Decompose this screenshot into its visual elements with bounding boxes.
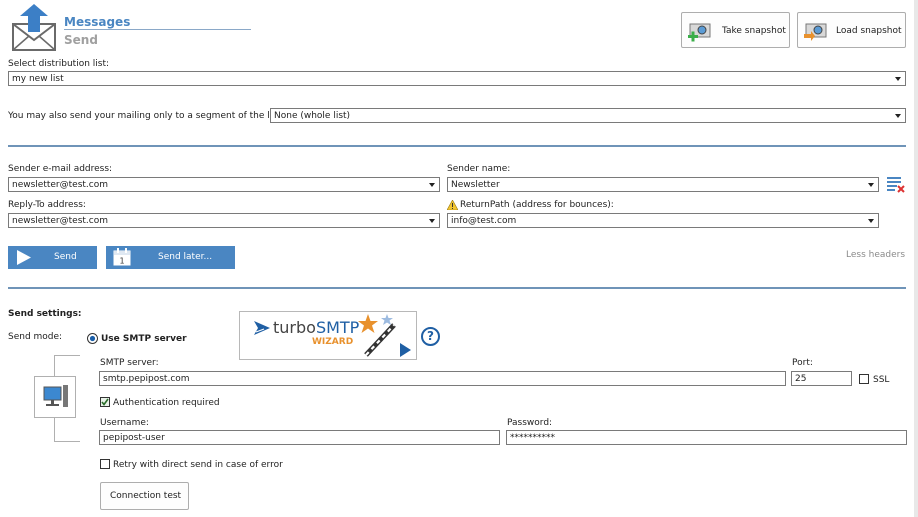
load-snapshot-label: Load snapshot — [836, 26, 902, 36]
page-subtitle: Send — [64, 33, 98, 47]
smtp-server-value: smtp.pepipost.com — [103, 374, 190, 384]
sender-email-field[interactable]: newsletter@test.com — [8, 177, 440, 192]
turbosmtp-brand-text: turboSMTP — [273, 318, 359, 337]
page-title: Messages — [64, 15, 131, 29]
help-icon[interactable]: ? — [421, 327, 440, 346]
segment-select[interactable]: None (whole list) — [270, 108, 906, 123]
take-snapshot-label: Take snapshot — [722, 26, 786, 36]
returnpath-value: info@test.com — [451, 216, 517, 226]
turbosmtp-wizard-button[interactable]: turboSMTP WIZARD — [239, 311, 417, 360]
distribution-list-label: Select distribution list: — [8, 59, 110, 69]
turbosmtp-brand-turbo: turbo — [273, 318, 316, 337]
distribution-list-value: my new list — [12, 74, 64, 84]
warning-icon — [446, 199, 459, 211]
chevron-down-icon[interactable] — [893, 110, 904, 121]
replyto-field[interactable]: newsletter@test.com — [8, 213, 440, 228]
chevron-down-icon[interactable] — [427, 179, 438, 190]
wizard-subtitle: WIZARD — [312, 337, 354, 347]
port-value: 25 — [795, 374, 807, 384]
title-underline — [64, 29, 251, 30]
port-input[interactable]: 25 — [791, 371, 852, 386]
clear-headers-icon[interactable] — [886, 176, 906, 193]
username-input[interactable]: pepipost-user — [99, 430, 500, 445]
sender-email-label: Sender e-mail address: — [8, 164, 113, 174]
server-computer-icon — [34, 376, 76, 418]
authentication-checkbox[interactable] — [100, 397, 110, 407]
tree-line-top — [54, 355, 80, 356]
ssl-label: SSL — [873, 375, 890, 385]
password-value: ********** — [510, 433, 555, 443]
load-snapshot-button[interactable]: Load snapshot — [797, 12, 906, 48]
messages-icon — [10, 4, 58, 52]
returnpath-field[interactable]: info@test.com — [447, 213, 879, 228]
password-label: Password: — [507, 418, 553, 428]
sender-name-value: Newsletter — [451, 180, 500, 190]
smtp-radio-button[interactable] — [87, 333, 98, 344]
send-label: Send — [54, 252, 77, 262]
calendar-icon: 1 — [113, 248, 131, 266]
take-snapshot-button[interactable]: Take snapshot — [681, 12, 790, 48]
connection-test-label: Connection test — [110, 491, 182, 501]
send-later-button[interactable]: 1 Send later... — [106, 246, 235, 269]
segment-label: You may also send your mailing only to a… — [8, 111, 284, 121]
camera-add-icon — [688, 20, 712, 42]
turbosmtp-logo-icon — [254, 321, 270, 335]
sender-name-field[interactable]: Newsletter — [447, 177, 879, 192]
checkmark-icon — [101, 398, 109, 406]
smtp-server-label: SMTP server: — [100, 358, 159, 368]
magic-wand-icon — [356, 313, 416, 359]
chevron-down-icon[interactable] — [427, 215, 438, 226]
returnpath-label: ReturnPath (address for bounces): — [460, 200, 614, 210]
chevron-down-icon[interactable] — [893, 73, 904, 84]
smtp-radio-label[interactable]: Use SMTP server — [101, 334, 187, 344]
replyto-label: Reply-To address: — [8, 200, 86, 210]
smtp-server-input[interactable]: smtp.pepipost.com — [99, 371, 786, 386]
send-settings-title: Send settings: — [8, 309, 82, 319]
separator-line — [8, 145, 906, 147]
retry-direct-send-checkbox[interactable] — [100, 459, 110, 469]
chevron-down-icon[interactable] — [866, 215, 877, 226]
sender-email-value: newsletter@test.com — [12, 180, 108, 190]
replyto-value: newsletter@test.com — [12, 216, 108, 226]
username-value: pepipost-user — [103, 433, 165, 443]
calendar-day-text: 1 — [119, 257, 124, 266]
chevron-down-icon[interactable] — [866, 179, 877, 190]
scrollbar[interactable] — [914, 0, 918, 517]
distribution-list-select[interactable]: my new list — [8, 71, 906, 86]
segment-value: None (whole list) — [274, 111, 351, 121]
connection-test-button[interactable]: Connection test — [100, 482, 189, 510]
sender-name-label: Sender name: — [447, 164, 511, 174]
less-headers-link[interactable]: Less headers — [846, 250, 905, 260]
camera-load-icon — [804, 20, 828, 42]
ssl-checkbox[interactable] — [859, 374, 869, 384]
send-button[interactable]: Send — [8, 246, 97, 269]
username-label: Username: — [100, 418, 149, 428]
play-icon — [17, 250, 31, 265]
password-input[interactable]: ********** — [506, 430, 907, 445]
authentication-label: Authentication required — [113, 398, 220, 408]
retry-direct-send-label: Retry with direct send in case of error — [113, 460, 283, 470]
send-mode-label: Send mode: — [8, 332, 63, 342]
send-later-label: Send later... — [158, 252, 213, 262]
tree-line-bottom — [54, 441, 80, 442]
separator-line — [8, 287, 906, 289]
port-label: Port: — [792, 358, 813, 368]
turbosmtp-brand-smtp: SMTP — [315, 318, 360, 337]
